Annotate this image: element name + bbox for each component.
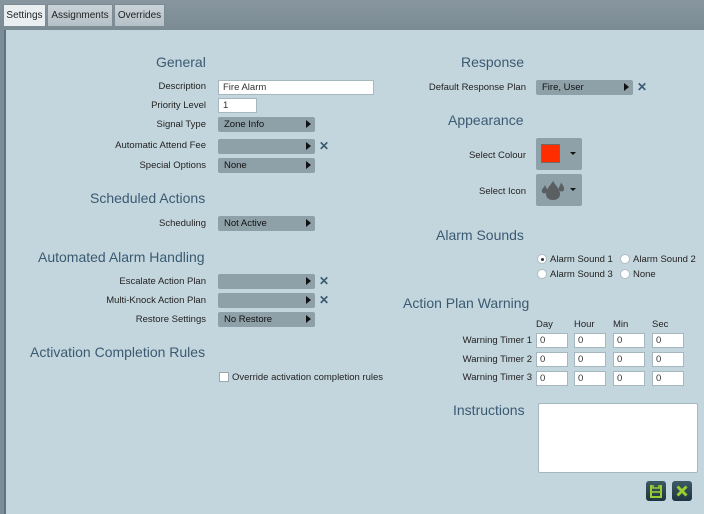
close-icon <box>676 485 688 497</box>
warning-timer-1-sec[interactable]: 0 <box>652 333 684 348</box>
default-response-plan-value: Fire, User <box>542 82 584 93</box>
warning-timer-1-min[interactable]: 0 <box>613 333 645 348</box>
warning-timer-2-min[interactable]: 0 <box>613 352 645 367</box>
signal-type-value: Zone Info <box>224 119 265 130</box>
fire-icon <box>541 181 565 200</box>
escalate-action-plan-label: Escalate Action Plan <box>119 276 206 287</box>
alarm-sounds-heading: Alarm Sounds <box>436 227 524 243</box>
alarm-sound-1-radio[interactable] <box>537 254 547 264</box>
warning-timer-1-hour[interactable]: 0 <box>574 333 606 348</box>
alarm-sound-3-label: Alarm Sound 3 <box>550 269 613 280</box>
restore-settings-value: No Restore <box>224 314 273 325</box>
scheduling-select[interactable]: Not Active <box>218 216 315 231</box>
warning-timer-2-label: Warning Timer 2 <box>462 354 532 365</box>
clear-default-response-plan-icon[interactable]: ✕ <box>637 81 647 93</box>
description-input[interactable]: Fire Alarm <box>218 80 374 95</box>
override-activation-completion-checkbox[interactable] <box>219 372 229 382</box>
select-colour-picker[interactable] <box>536 138 582 170</box>
override-activation-completion-label: Override activation completion rules <box>232 372 384 383</box>
priority-level-input[interactable]: 1 <box>218 98 257 113</box>
warning-timer-3-day[interactable]: 0 <box>536 371 568 386</box>
default-response-plan-select[interactable]: Fire, User <box>536 80 633 95</box>
alarm-sound-3-radio[interactable] <box>537 269 547 279</box>
settings-panel: General Description Fire Alarm Priority … <box>4 30 704 514</box>
arrow-right-icon <box>306 277 311 285</box>
signal-type-label: Signal Type <box>156 119 206 130</box>
warning-timer-3-min[interactable]: 0 <box>613 371 645 386</box>
escalate-action-plan-select[interactable] <box>218 274 315 289</box>
action-plan-warning-heading: Action Plan Warning <box>403 295 530 311</box>
multi-knock-action-plan-label: Multi-Knock Action Plan <box>106 295 206 306</box>
description-label: Description <box>158 81 206 92</box>
warning-timer-3-sec[interactable]: 0 <box>652 371 684 386</box>
arrow-right-icon <box>306 120 311 128</box>
automatic-attend-fee-select[interactable] <box>218 139 315 154</box>
cancel-button[interactable] <box>672 481 692 501</box>
arrow-right-icon <box>306 315 311 323</box>
clear-automatic-attend-fee-icon[interactable]: ✕ <box>319 140 329 152</box>
clear-multi-knock-action-plan-icon[interactable]: ✕ <box>319 294 329 306</box>
default-response-plan-label: Default Response Plan <box>428 82 526 93</box>
special-options-label: Special Options <box>139 160 206 171</box>
warning-timer-3-hour[interactable]: 0 <box>574 371 606 386</box>
select-icon-label: Select Icon <box>479 186 526 197</box>
general-heading: General <box>156 54 206 70</box>
instructions-heading: Instructions <box>453 402 525 418</box>
warning-timer-2-hour[interactable]: 0 <box>574 352 606 367</box>
automated-alarm-handling-heading: Automated Alarm Handling <box>38 249 205 265</box>
appearance-heading: Appearance <box>448 112 524 128</box>
multi-knock-action-plan-select[interactable] <box>218 293 315 308</box>
response-heading: Response <box>461 54 525 70</box>
scheduled-actions-heading: Scheduled Actions <box>90 190 206 206</box>
colour-swatch <box>541 144 560 163</box>
warning-timer-1-day[interactable]: 0 <box>536 333 568 348</box>
alarm-sound-2-radio[interactable] <box>620 254 630 264</box>
special-options-select[interactable]: None <box>218 158 315 173</box>
alarm-sound-2-label: Alarm Sound 2 <box>633 254 696 265</box>
column-sec: Sec <box>652 319 669 330</box>
tab-overrides[interactable]: Overrides <box>114 4 165 26</box>
alarm-sound-none-radio[interactable] <box>620 269 630 279</box>
arrow-right-icon <box>306 219 311 227</box>
alarm-sound-1-label: Alarm Sound 1 <box>550 254 613 265</box>
arrow-right-icon <box>306 296 311 304</box>
caret-down-icon <box>570 188 576 191</box>
arrow-right-icon <box>306 142 311 150</box>
warning-timer-1-label: Warning Timer 1 <box>462 335 532 346</box>
arrow-right-icon <box>306 161 311 169</box>
save-button[interactable] <box>646 481 666 501</box>
scheduling-value: Not Active <box>224 218 267 229</box>
signal-type-select[interactable]: Zone Info <box>218 117 315 132</box>
tab-bar: Settings Assignments Overrides <box>0 0 704 30</box>
alarm-sound-none-label: None <box>633 269 656 280</box>
column-min: Min <box>613 319 629 330</box>
automatic-attend-fee-label: Automatic Attend Fee <box>115 140 206 151</box>
instructions-textarea[interactable] <box>538 403 698 473</box>
restore-settings-select[interactable]: No Restore <box>218 312 315 327</box>
activation-completion-rules-heading: Activation Completion Rules <box>30 344 206 360</box>
scheduling-label: Scheduling <box>158 218 206 229</box>
caret-down-icon <box>570 152 576 155</box>
column-hour: Hour <box>574 319 595 330</box>
select-icon-picker[interactable] <box>536 174 582 206</box>
tab-settings[interactable]: Settings <box>3 4 46 26</box>
priority-level-label: Priority Level <box>151 100 206 111</box>
warning-timer-3-label: Warning Timer 3 <box>462 372 532 383</box>
warning-timer-2-day[interactable]: 0 <box>536 352 568 367</box>
column-day: Day <box>536 319 553 330</box>
restore-settings-label: Restore Settings <box>135 314 206 325</box>
warning-timer-2-sec[interactable]: 0 <box>652 352 684 367</box>
arrow-right-icon <box>624 83 629 91</box>
tab-assignments[interactable]: Assignments <box>47 4 113 26</box>
clear-escalate-action-plan-icon[interactable]: ✕ <box>319 275 329 287</box>
select-colour-label: Select Colour <box>468 150 526 161</box>
save-icon <box>650 485 662 498</box>
special-options-value: None <box>224 160 247 171</box>
